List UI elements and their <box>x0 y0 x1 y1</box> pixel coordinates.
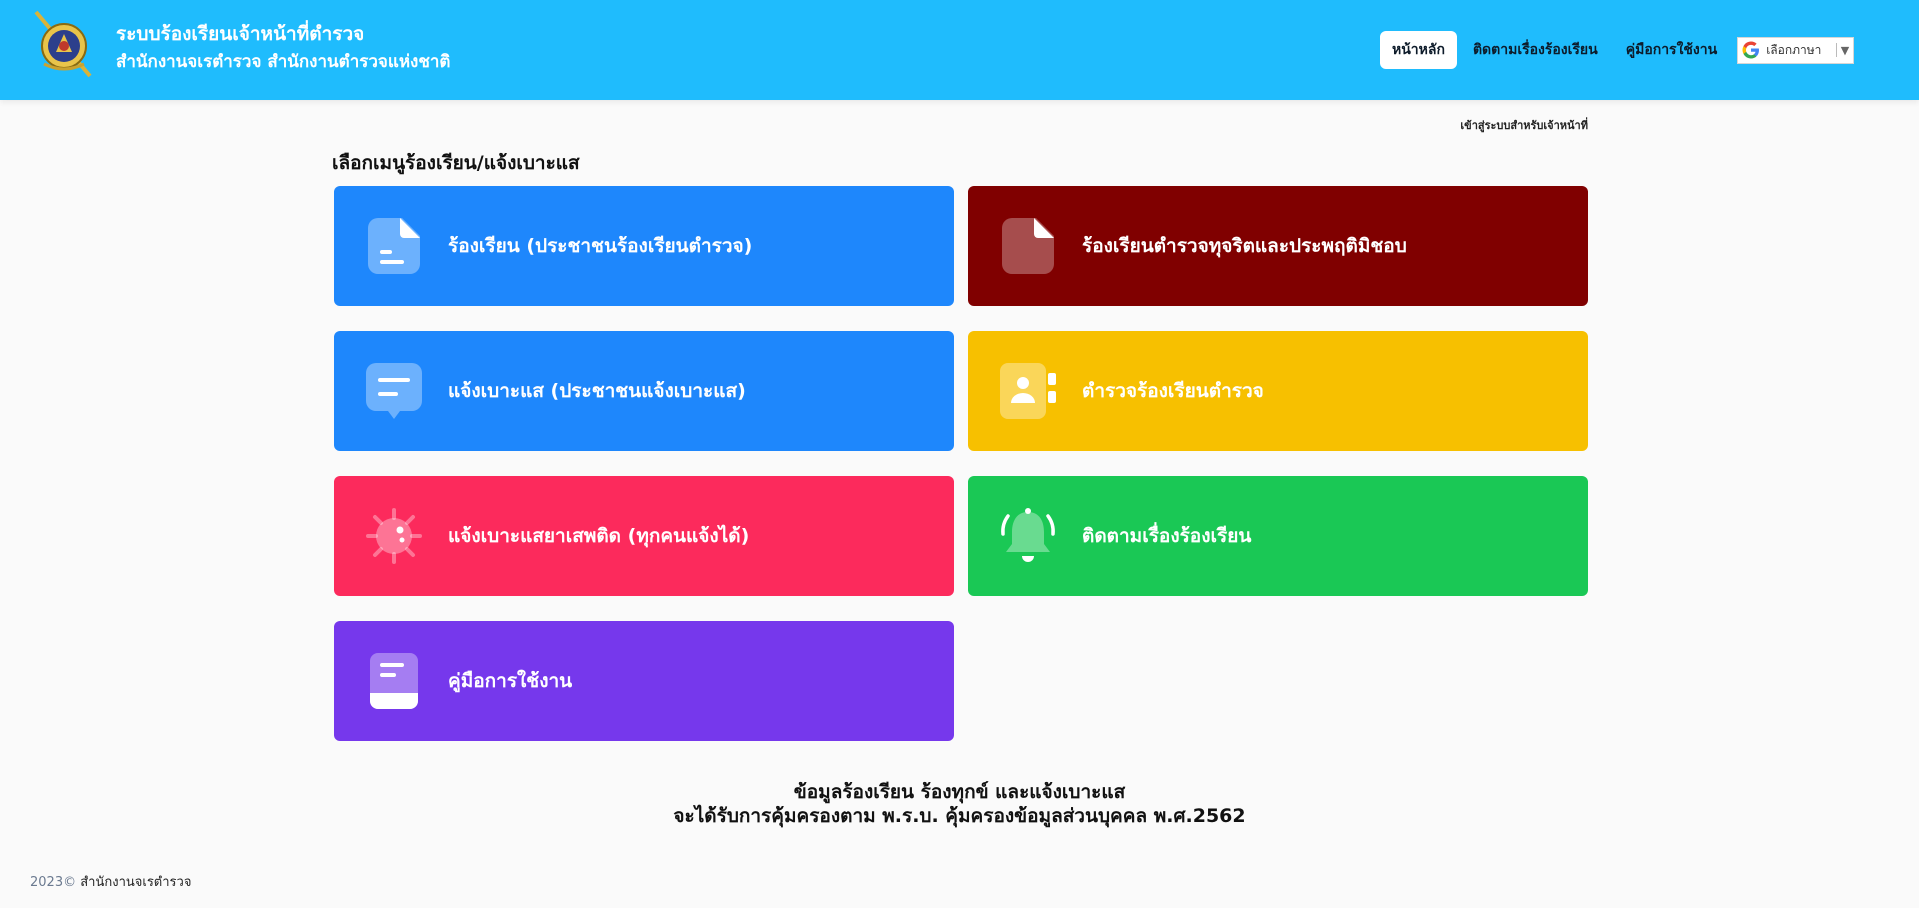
menu-card-label: ร้องเรียน (ประชาชนร้องเรียนตำรวจ) <box>448 235 753 257</box>
privacy-notice-line2: จะได้รับการคุ้มครองตาม พ.ร.บ. คุ้มครองข้… <box>673 805 1246 827</box>
privacy-notice: ข้อมูลร้องเรียน ร้องทุกข์ และแจ้งเบาะแส … <box>0 780 1919 828</box>
section-title: เลือกเมนูร้องเรียน/แจ้งเบาะแส <box>332 152 580 174</box>
menu-card-label: คู่มือการใช้งาน <box>448 670 573 692</box>
menu-card-label: ร้องเรียนตำรวจทุจริตและประพฤติมิชอบ <box>1082 235 1407 257</box>
site-subtitle: สำนักงานจเรตำรวจ สำนักงานตำรวจแห่งชาติ <box>116 52 451 72</box>
privacy-notice-line1: ข้อมูลร้องเรียน ร้องทุกข์ และแจ้งเบาะแส <box>793 781 1126 803</box>
staff-login-link[interactable]: เข้าสู่ระบบสำหรับเจ้าหน้าที่ <box>1400 116 1588 134</box>
chevron-down-icon: ▼ <box>1840 43 1850 57</box>
footer: 2023© สำนักงานจเรตำรวจ <box>30 871 191 892</box>
google-g-icon <box>1742 41 1760 59</box>
menu-card-label: แจ้งเบาะแส (ประชาชนแจ้งเบาะแส) <box>448 380 746 402</box>
menu-card-label: ตำรวจร้องเรียนตำรวจ <box>1082 380 1264 402</box>
menu-card-track[interactable]: ติดตามเรื่องร้องเรียน <box>968 476 1588 596</box>
document-icon <box>1002 218 1054 274</box>
menu-card-corruption[interactable]: ร้องเรียนตำรวจทุจริตและประพฤติมิชอบ <box>968 186 1588 306</box>
menu-card-label: แจ้งเบาะแสยาเสพติด (ทุกคนแจ้งได้) <box>448 525 750 547</box>
chat-bubble-icon <box>366 363 422 419</box>
menu-card-manual[interactable]: คู่มือการใช้งาน <box>334 621 954 741</box>
virus-icon <box>366 508 422 564</box>
menu-card-tipoff[interactable]: แจ้งเบาะแส (ประชาชนแจ้งเบาะแส) <box>334 331 954 451</box>
language-select[interactable]: เลือกภาษา ▼ <box>1737 36 1855 64</box>
menu-card-complaint[interactable]: ร้องเรียน (ประชาชนร้องเรียนตำรวจ) <box>334 186 954 306</box>
site-titles: ระบบร้องเรียนเจ้าหน้าที่ตำรวจ สำนักงานจเ… <box>116 20 450 76</box>
language-divider <box>1835 43 1837 57</box>
footer-org: สำนักงานจเรตำรวจ <box>80 875 192 890</box>
bell-icon <box>1001 508 1055 562</box>
book-icon <box>370 653 418 709</box>
footer-year: 2023© <box>30 875 77 890</box>
document-icon <box>368 218 420 274</box>
menu-card-drug-tipoff[interactable]: แจ้งเบาะแสยาเสพติด (ทุกคนแจ้งได้) <box>334 476 954 596</box>
police-emblem-icon[interactable] <box>32 10 96 78</box>
main-nav: หน้าหลัก ติดตามเรื่องร้องเรียน คู่มือการ… <box>1380 31 1855 69</box>
menu-card-police-complaint[interactable]: ตำรวจร้องเรียนตำรวจ <box>968 331 1588 451</box>
nav-manual[interactable]: คู่มือการใช้งาน <box>1616 31 1727 69</box>
nav-home[interactable]: หน้าหลัก <box>1380 31 1457 69</box>
site-title[interactable]: ระบบร้องเรียนเจ้าหน้าที่ตำรวจ <box>116 20 450 48</box>
contact-book-icon <box>1000 363 1056 419</box>
nav-track-complaint[interactable]: ติดตามเรื่องร้องเรียน <box>1463 31 1608 69</box>
language-label: เลือกภาษา <box>1766 42 1822 57</box>
menu-card-label: ติดตามเรื่องร้องเรียน <box>1082 525 1252 547</box>
top-header: ระบบร้องเรียนเจ้าหน้าที่ตำรวจ สำนักงานจเ… <box>0 0 1919 100</box>
